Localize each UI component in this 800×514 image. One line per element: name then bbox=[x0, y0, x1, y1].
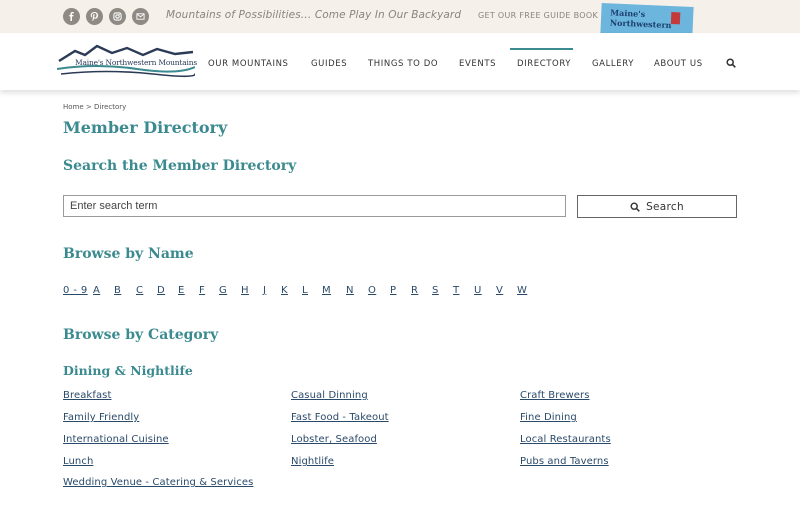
nav-active-indicator bbox=[510, 48, 573, 50]
nav-our-mountains[interactable]: OUR MOUNTAINS bbox=[208, 59, 289, 69]
nav-things-to-do[interactable]: THINGS TO DO bbox=[368, 59, 438, 69]
category-link-nightlife[interactable]: Nightlife bbox=[291, 456, 334, 467]
breadcrumb-separator: > bbox=[85, 103, 92, 111]
alpha-link-m[interactable]: M bbox=[322, 285, 331, 296]
breadcrumb-current: Directory bbox=[94, 103, 127, 111]
nav-gallery[interactable]: GALLERY bbox=[592, 59, 634, 69]
nav-directory[interactable]: DIRECTORY bbox=[517, 59, 571, 69]
alpha-link-s[interactable]: S bbox=[432, 285, 439, 296]
category-link-family-friendly[interactable]: Family Friendly bbox=[63, 412, 139, 423]
guide-book-image[interactable]: Maine's Northwestern bbox=[600, 3, 694, 37]
alpha-link-a[interactable]: A bbox=[93, 285, 100, 296]
alpha-link-p[interactable]: P bbox=[390, 285, 396, 296]
category-link-wedding-venue[interactable]: Wedding Venue - Catering & Services bbox=[63, 477, 253, 488]
alpha-link-h[interactable]: H bbox=[241, 285, 249, 296]
alpha-link-f[interactable]: F bbox=[199, 285, 205, 296]
alpha-link-n[interactable]: N bbox=[346, 285, 354, 296]
alpha-link-0-9[interactable]: 0 - 9 bbox=[63, 285, 88, 296]
search-icon[interactable] bbox=[726, 58, 736, 68]
alpha-link-k[interactable]: K bbox=[281, 285, 288, 296]
email-icon[interactable] bbox=[132, 8, 149, 25]
alpha-link-d[interactable]: D bbox=[157, 285, 165, 296]
search-icon bbox=[630, 201, 640, 212]
category-link-breakfast[interactable]: Breakfast bbox=[63, 390, 112, 401]
category-link-fast-food[interactable]: Fast Food - Takeout bbox=[291, 412, 389, 423]
category-group-heading: Dining & Nightlife bbox=[63, 363, 193, 378]
top-bar: Mountains of Possibilities… Come Play In… bbox=[0, 0, 800, 37]
browse-by-name-heading: Browse by Name bbox=[63, 246, 194, 262]
alpha-link-w[interactable]: W bbox=[517, 285, 527, 296]
page-title: Member Directory bbox=[63, 118, 228, 137]
search-heading: Search the Member Directory bbox=[63, 158, 297, 174]
alpha-link-l[interactable]: L bbox=[302, 285, 308, 296]
search-button-label: Search bbox=[646, 200, 684, 213]
alpha-link-r[interactable]: R bbox=[411, 285, 418, 296]
nav-guides[interactable]: GUIDES bbox=[311, 59, 347, 69]
breadcrumb-home[interactable]: Home bbox=[63, 103, 84, 111]
alpha-link-j[interactable]: J bbox=[263, 285, 266, 296]
category-link-pubs-and-taverns[interactable]: Pubs and Taverns bbox=[520, 456, 609, 467]
breadcrumb: Home > Directory bbox=[63, 103, 126, 111]
search-button[interactable]: Search bbox=[577, 195, 737, 218]
logo-text: Maine's Northwestern Mountains bbox=[75, 58, 197, 67]
category-link-casual-dinning[interactable]: Casual Dinning bbox=[291, 390, 368, 401]
alpha-link-c[interactable]: C bbox=[136, 285, 143, 296]
category-link-lunch[interactable]: Lunch bbox=[63, 456, 93, 467]
browse-by-category-heading: Browse by Category bbox=[63, 327, 219, 343]
instagram-icon[interactable] bbox=[109, 8, 126, 25]
facebook-icon[interactable] bbox=[63, 8, 80, 25]
alpha-link-v[interactable]: V bbox=[496, 285, 503, 296]
free-guide-book-link[interactable]: GET OUR FREE GUIDE BOOK bbox=[478, 11, 598, 20]
nav-about-us[interactable]: ABOUT US bbox=[654, 59, 703, 69]
category-link-local-restaurants[interactable]: Local Restaurants bbox=[520, 434, 611, 445]
alpha-link-g[interactable]: G bbox=[219, 285, 227, 296]
category-link-international-cuisine[interactable]: International Cuisine bbox=[63, 434, 169, 445]
guide-book-badge bbox=[670, 12, 681, 25]
alpha-link-e[interactable]: E bbox=[178, 285, 185, 296]
category-link-fine-dining[interactable]: Fine Dining bbox=[520, 412, 577, 423]
search-input[interactable] bbox=[63, 195, 566, 217]
category-link-lobster-seafood[interactable]: Lobster, Seafood bbox=[291, 434, 377, 445]
nav-events[interactable]: EVENTS bbox=[459, 59, 496, 69]
pinterest-icon[interactable] bbox=[86, 8, 103, 25]
alpha-link-u[interactable]: U bbox=[474, 285, 482, 296]
guide-book-title-line2: Northwestern bbox=[609, 17, 672, 31]
alpha-link-o[interactable]: O bbox=[368, 285, 376, 296]
category-link-craft-brewers[interactable]: Craft Brewers bbox=[520, 390, 590, 401]
tagline: Mountains of Possibilities… Come Play In… bbox=[166, 9, 462, 21]
alpha-link-b[interactable]: B bbox=[114, 285, 121, 296]
alpha-link-t[interactable]: T bbox=[453, 285, 460, 296]
